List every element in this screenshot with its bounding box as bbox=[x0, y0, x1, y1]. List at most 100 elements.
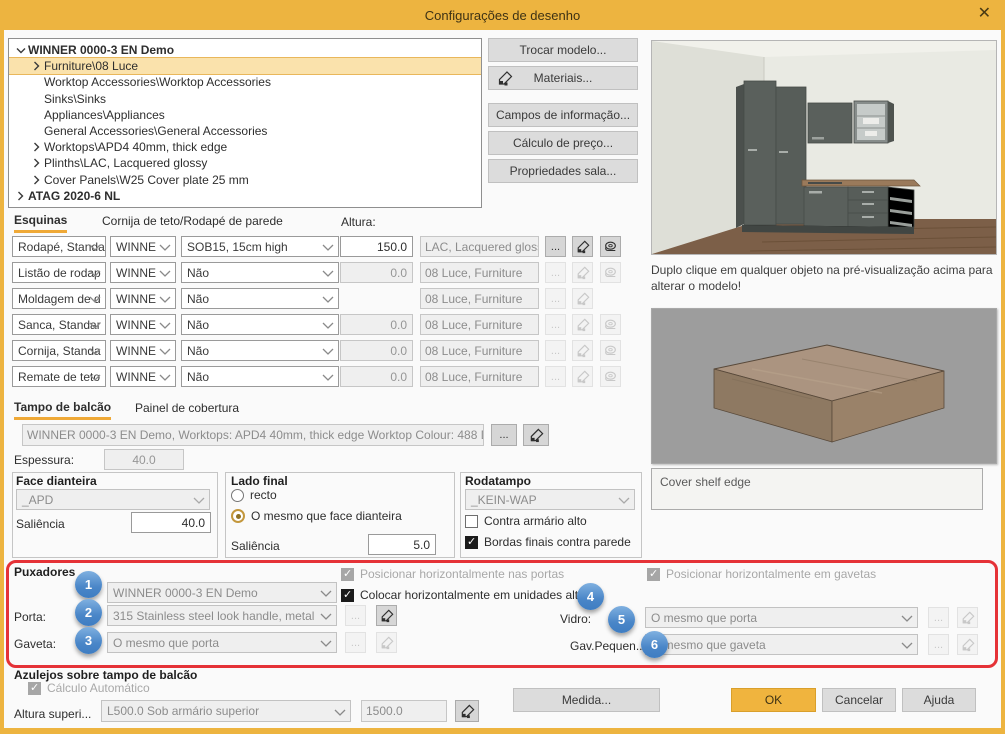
tree-item[interactable]: Sinks\Sinks bbox=[9, 91, 481, 107]
radio-selected-icon bbox=[231, 509, 245, 523]
lado-saliencia-field[interactable]: 5.0 bbox=[368, 534, 436, 555]
altura-superior-dropdown[interactable]: L500.0 Sob armário superior bbox=[101, 700, 351, 722]
tab-esquinas[interactable]: Esquinas bbox=[14, 213, 68, 233]
chevron-down-icon bbox=[322, 296, 334, 303]
tree-item[interactable]: WINNER 0000-3 EN Demo bbox=[9, 42, 481, 58]
price-calc-button[interactable]: Cálculo de preço... bbox=[488, 131, 638, 155]
chevron-down-icon bbox=[322, 244, 334, 251]
material-icon bbox=[576, 292, 590, 306]
tree-item[interactable]: Furniture\08 Luce bbox=[9, 57, 481, 76]
esquina-measure-button bbox=[600, 366, 621, 387]
checkbox-icon bbox=[465, 515, 478, 528]
esquina-tipo-dropdown[interactable]: Listão de rodap bbox=[12, 262, 106, 283]
tab-painel-cobertura[interactable]: Painel de cobertura bbox=[135, 401, 239, 415]
esquina-altura-field: 0.0 bbox=[340, 366, 413, 387]
esquina-perfil-dropdown[interactable]: Não bbox=[181, 288, 339, 309]
esquina-browse-button: ... bbox=[545, 288, 566, 309]
chevron-right-icon[interactable] bbox=[29, 158, 44, 168]
esquina-modelo-dropdown[interactable]: WINNE bbox=[110, 262, 176, 283]
change-model-button[interactable]: Trocar modelo... bbox=[488, 38, 638, 62]
esquina-measure-button[interactable] bbox=[600, 236, 621, 257]
ok-button[interactable]: OK bbox=[731, 688, 816, 712]
tree-item[interactable]: Cover Panels\W25 Cover plate 25 mm bbox=[9, 172, 481, 188]
esquina-tipo-dropdown[interactable]: Remate de teto bbox=[12, 366, 106, 387]
tree-item[interactable]: Worktop Accessories\Worktop Accessories bbox=[9, 74, 481, 90]
tree-item[interactable]: Worktops\APD4 40mm, thick edge bbox=[9, 139, 481, 155]
annotation-badge-1: 1 bbox=[75, 571, 102, 598]
esquina-perfil-dropdown[interactable]: Não bbox=[181, 340, 339, 361]
face-dianteira-dropdown: _APD bbox=[16, 489, 210, 510]
esquina-modelo-dropdown[interactable]: WINNE bbox=[110, 340, 176, 361]
chevron-down-icon bbox=[89, 374, 101, 381]
esquina-tipo-dropdown[interactable]: Moldagem de d bbox=[12, 288, 106, 309]
esquina-modelo-dropdown[interactable]: WINNE bbox=[110, 314, 176, 335]
tree-item[interactable]: Plinths\LAC, Lacquered glossy bbox=[9, 155, 481, 171]
close-icon[interactable]: ✕ bbox=[978, 5, 991, 23]
esquina-tipo-dropdown[interactable]: Cornija, Standa bbox=[12, 340, 106, 361]
tree-item[interactable]: ATAG 2020-6 NL bbox=[9, 188, 481, 204]
chevron-right-icon[interactable] bbox=[29, 175, 44, 185]
gaveta-dropdown[interactable]: O mesmo que porta bbox=[107, 632, 337, 653]
cancel-button[interactable]: Cancelar bbox=[822, 688, 896, 712]
checkbox-contra-armario[interactable]: Contra armário alto bbox=[465, 514, 587, 528]
checkbox-posicionar-portas: Posicionar horizontalmente nas portas bbox=[341, 567, 564, 581]
worktop-material-button[interactable] bbox=[523, 424, 549, 446]
face-saliencia-field[interactable]: 40.0 bbox=[131, 512, 211, 533]
esquina-perfil-dropdown[interactable]: SOB15, 15cm high bbox=[181, 236, 339, 257]
help-button[interactable]: Ajuda bbox=[902, 688, 976, 712]
esquina-perfil-dropdown[interactable]: Não bbox=[181, 262, 339, 283]
esquina-modelo-dropdown[interactable]: WINNE bbox=[110, 366, 176, 387]
checkbox-checked-icon bbox=[465, 536, 478, 549]
esquina-modelo-dropdown[interactable]: WINNE bbox=[110, 288, 176, 309]
material-icon bbox=[381, 636, 393, 649]
vidro-dropdown[interactable]: O mesmo que porta bbox=[645, 607, 918, 628]
tree-item[interactable]: General Accessories\General Accessories bbox=[9, 123, 481, 139]
puxadores-model-dropdown[interactable]: WINNER 0000-3 EN Demo bbox=[107, 582, 337, 603]
tree-item-label: Worktops\APD4 40mm, thick edge bbox=[44, 140, 228, 155]
chevron-down-icon[interactable] bbox=[13, 47, 28, 54]
chevron-down-icon bbox=[901, 642, 913, 649]
radio-recto[interactable]: recto bbox=[231, 488, 277, 502]
porta-material-button[interactable] bbox=[376, 605, 397, 626]
esquina-tipo-dropdown[interactable]: Rodapé, Standa bbox=[12, 236, 106, 257]
azulejos-material-button[interactable] bbox=[455, 700, 479, 722]
esquina-altura-field: 0.0 bbox=[340, 262, 413, 283]
room-properties-button[interactable]: Propriedades sala... bbox=[488, 159, 638, 183]
vidro-label: Vidro: bbox=[560, 612, 592, 626]
checkbox-bordas-finais[interactable]: Bordas finais contra parede bbox=[465, 535, 631, 549]
radio-mesmo-face[interactable]: O mesmo que face dianteira bbox=[231, 509, 402, 523]
worktop-description-field: WINNER 0000-3 EN Demo, Worktops: APD4 40… bbox=[22, 424, 484, 446]
checkbox-checked-icon bbox=[28, 682, 41, 695]
tree-item[interactable]: Appliances\Appliances bbox=[9, 107, 481, 123]
kitchen-preview-image[interactable] bbox=[651, 40, 997, 255]
gav-pequen-material-button bbox=[957, 634, 978, 655]
material-icon bbox=[576, 266, 590, 280]
esquina-tipo-dropdown[interactable]: Sanca, Standar bbox=[12, 314, 106, 335]
espessura-field: 40.0 bbox=[104, 449, 184, 470]
chevron-down-icon bbox=[159, 244, 171, 251]
esquina-altura-field[interactable]: 150.0 bbox=[340, 236, 413, 257]
tab-cornija[interactable]: Cornija de teto/Rodapé de parede bbox=[102, 214, 283, 228]
esquina-material-button[interactable] bbox=[572, 236, 593, 257]
esquina-perfil-dropdown[interactable]: Não bbox=[181, 366, 339, 387]
gav-pequen-dropdown[interactable]: O mesmo que gaveta bbox=[645, 634, 918, 655]
esquina-modelo-dropdown[interactable]: WINNE bbox=[110, 236, 176, 257]
medida-button[interactable]: Medida... bbox=[513, 688, 660, 712]
esquina-perfil-dropdown[interactable]: Não bbox=[181, 314, 339, 335]
worktop-preview-image[interactable] bbox=[651, 308, 997, 464]
chevron-right-icon[interactable] bbox=[29, 61, 44, 71]
materials-button[interactable]: Materiais... bbox=[488, 66, 638, 90]
esquina-browse-button: ... bbox=[545, 340, 566, 361]
chevron-right-icon[interactable] bbox=[29, 142, 44, 152]
tree-item-label: Sinks\Sinks bbox=[44, 91, 107, 106]
chevron-down-icon bbox=[89, 270, 101, 277]
info-fields-button[interactable]: Campos de informação... bbox=[488, 103, 638, 127]
worktop-browse-button[interactable]: ... bbox=[491, 424, 517, 446]
chevron-right-icon[interactable] bbox=[13, 191, 28, 201]
chevron-down-icon bbox=[320, 613, 332, 620]
porta-dropdown[interactable]: 315 Stainless steel look handle, metal bbox=[107, 605, 337, 626]
checkbox-colocar-altas[interactable]: Colocar horizontalmente em unidades alta… bbox=[341, 588, 591, 602]
tab-tampo-balcao[interactable]: Tampo de balcão bbox=[14, 400, 112, 420]
lado-final-title: Lado final bbox=[231, 474, 288, 488]
esquina-browse-button[interactable]: ... bbox=[545, 236, 566, 257]
